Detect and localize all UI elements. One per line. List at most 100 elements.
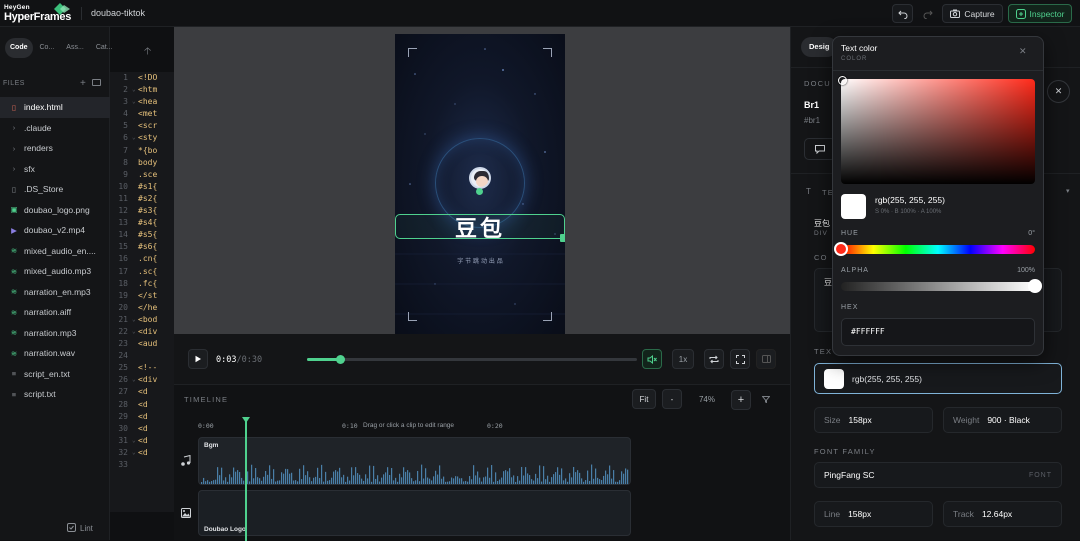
weight-field[interactable]: Weight 900 · Black [943,407,1062,433]
file-item[interactable]: › .claude [0,118,110,139]
collapse-sidebar-icon[interactable]: 🡡 [144,44,151,61]
element-id: #br1 [804,116,821,125]
zoom-in-button[interactable]: + [731,390,751,410]
inspector-button[interactable]: Inspector [1008,4,1072,23]
brand-mark-icon [54,3,70,15]
fullscreen-button[interactable] [730,349,750,369]
mute-button[interactable] [642,349,662,369]
file-item[interactable]: ▯ index.html [0,97,110,118]
image-file-icon: ▣ [10,205,18,215]
code-line: 25 <!-- [110,362,174,374]
size-field[interactable]: Size 158px [814,407,933,433]
file-item[interactable]: ▣ doubao_logo.png [0,200,110,221]
line-number: 14 [118,230,128,240]
fold-chevron-icon[interactable] [132,459,138,471]
playback-bar: 0:03/0:30 1x [174,334,790,384]
tracking-field[interactable]: Track 12.64px [943,501,1062,527]
file-item[interactable]: ≋ narration.aiff [0,302,110,323]
redo-button[interactable] [917,4,938,23]
panel-toggle-button[interactable] [756,349,776,369]
hex-input[interactable]: #FFFFFF [841,318,1035,346]
line-number: 17 [118,266,128,276]
text-color-field[interactable]: rgb(255, 255, 255) [814,363,1062,394]
file-item[interactable]: › sfx [0,159,110,180]
file-item[interactable]: ≋ narration.mp3 [0,323,110,344]
file-name: narration_en.mp3 [24,286,91,297]
new-file-icon[interactable]: + [80,78,86,89]
file-item[interactable]: › renders [0,138,110,159]
tab-code[interactable]: Code [5,38,33,58]
code-text: <aud [138,339,158,349]
color-picker-popover: Text color COLOR ✕ rgb(255, 255, 255) S … [832,36,1044,356]
selected-text-element[interactable]: 豆包 [395,214,565,242]
track-doubao-logo[interactable]: Doubao Logo [198,490,631,536]
file-item[interactable]: ▶ doubao_v2.mp4 [0,220,110,241]
line-number: 33 [118,460,128,469]
line-number: 30 [118,423,128,433]
line-number: 20 [118,302,128,312]
alpha-slider[interactable] [841,279,1042,293]
close-inspector-icon[interactable]: ✕ [1047,80,1070,103]
lint-button[interactable]: Lint [80,524,93,533]
alpha-slider-thumb[interactable] [1028,279,1042,293]
code-line: 16 .cn{ [110,253,174,265]
file-item[interactable]: ≋ mixed_audio_en.... [0,241,110,262]
rotate-handle[interactable] [476,188,483,195]
code-text: <met [138,109,158,119]
fit-button[interactable]: Fit [632,389,656,409]
folder-chevron-icon: › [12,123,16,133]
sb-picker-handle[interactable] [838,76,847,85]
hue-slider[interactable] [834,242,1035,256]
inspector-label: Inspector [1029,8,1065,19]
line-height-field[interactable]: Line 158px [814,501,933,527]
inspector-icon [1015,8,1026,19]
audio-file-icon: ≋ [10,348,18,358]
code-editor[interactable]: 1 <!DO 2 ⌄ <htm 3 ⌄ <hea 4 <met 5 <scr 6 ⌄ <sty 7 *{bo 8 b… [110,72,174,512]
file-item[interactable]: ▯ .DS_Store [0,179,110,200]
line-number: 12 [118,206,128,216]
headline-text: 豆包 [454,216,505,242]
element-name: Br1 [804,100,820,110]
saturation-brightness-area[interactable] [838,76,1035,184]
speed-button[interactable]: 1x [672,349,694,369]
file-item[interactable]: ≡ script.txt [0,384,110,405]
tab-compositions[interactable]: Co... [35,38,60,58]
safe-area-corner [408,48,417,57]
tab-assets[interactable]: Ass... [61,38,89,58]
close-icon[interactable]: ✕ [1019,46,1027,57]
size-label: Size [824,415,841,425]
track-label: Track [953,509,974,519]
file-item[interactable]: ≡ script_en.txt [0,364,110,385]
fold-chevron-icon[interactable] [132,350,138,362]
loop-button[interactable] [704,349,724,369]
code-text: <bod [138,314,158,324]
file-item[interactable]: ≋ mixed_audio.mp3 [0,261,110,282]
undo-button[interactable] [892,4,913,23]
chevron-down-icon[interactable]: ▾ [1066,187,1070,195]
new-folder-icon[interactable] [92,79,101,86]
code-line: 15 #s6{ [110,241,174,253]
capture-button[interactable]: Capture [942,4,1003,23]
hue-slider-thumb[interactable] [834,242,848,256]
hex-label: HEX [841,304,859,311]
video-preview[interactable]: 豆包 字 节 跳 动 出 品 [395,34,565,335]
resize-handle[interactable] [560,234,565,242]
hue-value: 0° [1028,230,1035,237]
play-button[interactable] [188,349,208,369]
code-text: </st [138,290,158,300]
line-number: 7 [123,145,128,155]
zoom-out-button[interactable]: - [662,389,682,409]
font-family-field[interactable]: PingFang SC FONT [814,462,1062,488]
tab-catalog[interactable]: Cat... [91,38,118,58]
file-item[interactable]: ≋ narration_en.mp3 [0,282,110,303]
track-bgm[interactable]: Bgm [198,437,631,485]
filter-icon[interactable] [762,396,770,403]
progress-track[interactable] [307,355,637,364]
code-text: .cn{ [138,254,158,264]
file-item[interactable]: ≋ narration.wav [0,343,110,364]
alpha-value: 100% [1017,267,1035,274]
playhead[interactable] [242,417,250,541]
image-icon [181,508,191,518]
progress-thumb[interactable] [336,355,345,364]
code-line: 32 ⌄ <d [110,447,174,459]
